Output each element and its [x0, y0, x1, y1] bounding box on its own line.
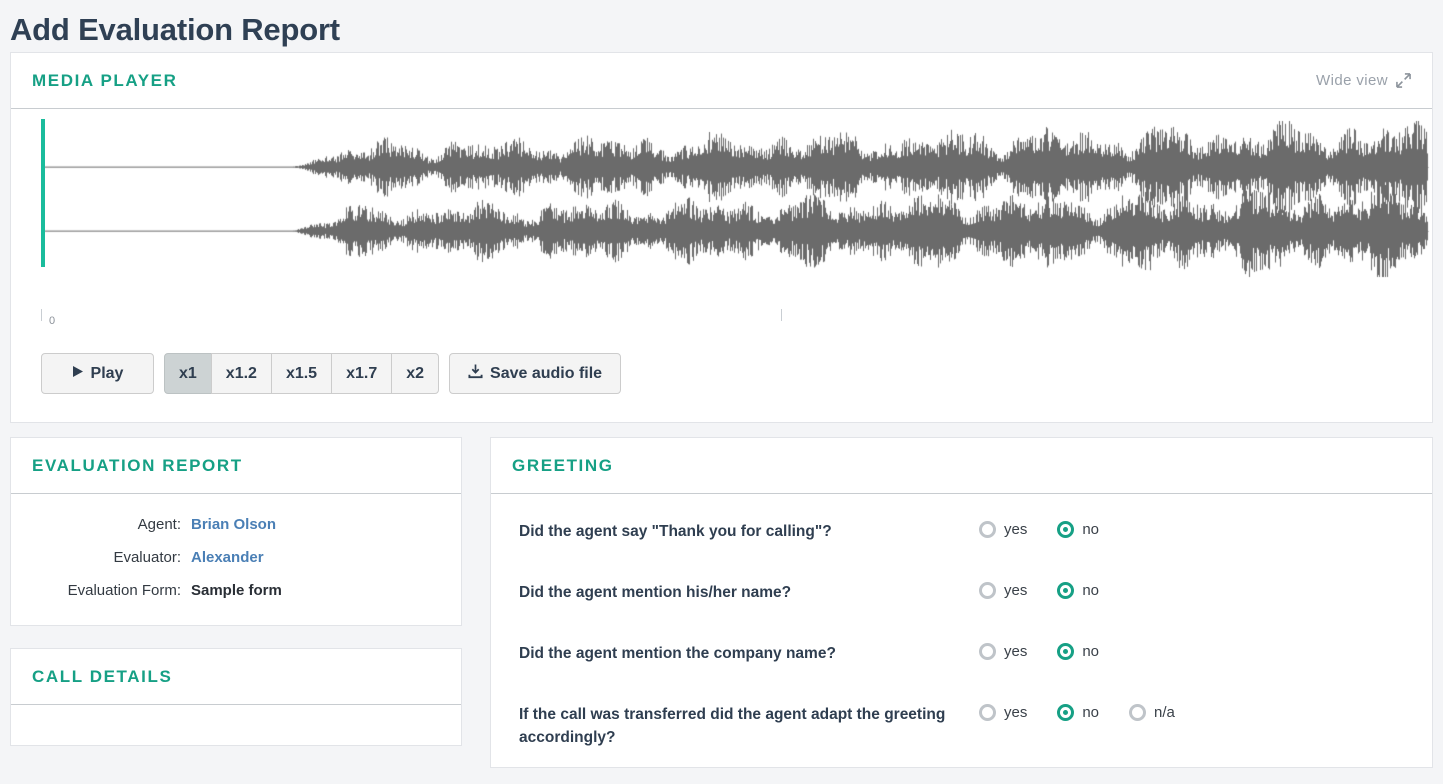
left-column: EVALUATION REPORT Agent: Brian Olson Eva…	[0, 437, 472, 746]
play-icon	[72, 365, 84, 383]
timeline-tick-start	[41, 309, 42, 321]
option-no[interactable]: no	[1057, 643, 1099, 660]
option-label: yes	[1004, 643, 1028, 660]
option-no[interactable]: no	[1057, 704, 1099, 721]
speed-button-x1.5[interactable]: x1.5	[270, 353, 333, 394]
playback-speed-group: x1 x1.2 x1.5 x1.7 x2	[164, 353, 440, 394]
option-label: yes	[1004, 521, 1028, 538]
radio-icon[interactable]	[979, 704, 996, 721]
save-audio-file-label: Save audio file	[490, 364, 603, 382]
radio-icon[interactable]	[1057, 643, 1075, 660]
greeting-panel: GREETING Did the agent say "Thank you fo…	[490, 437, 1433, 768]
question-options: yes no	[979, 581, 1129, 599]
speed-button-x1[interactable]: x1	[164, 353, 212, 394]
report-row-evaluation-form: Evaluation Form: Sample form	[11, 582, 461, 599]
option-label: no	[1082, 521, 1100, 538]
audio-waveform[interactable]	[41, 119, 1434, 289]
play-button-label: Play	[90, 364, 124, 382]
option-no[interactable]: no	[1057, 521, 1099, 538]
player-controls: Play x1 x1.2 x1.5 x1.7 x2 Save audio fil…	[11, 331, 1432, 422]
playhead-cursor[interactable]	[41, 119, 45, 267]
question-row: Did the agent say "Thank you for calling…	[491, 500, 1432, 561]
timeline-label-start: 0	[49, 315, 56, 327]
question-row: Did the agent mention his/her name? yes …	[491, 561, 1432, 622]
call-details-panel: CALL DETAILS	[10, 648, 462, 746]
option-no[interactable]: no	[1057, 582, 1099, 599]
report-value-evaluation-form: Sample form	[191, 582, 282, 599]
evaluation-report-body: Agent: Brian Olson Evaluator: Alexander …	[11, 494, 461, 625]
option-yes[interactable]: yes	[979, 643, 1027, 660]
greeting-questions: Did the agent say "Thank you for calling…	[491, 494, 1432, 767]
question-text: If the call was transferred did the agen…	[519, 706, 946, 746]
waveform-container[interactable]	[41, 119, 1434, 309]
media-player-title: MEDIA PLAYER	[32, 70, 178, 90]
question-options: yes no n/a	[979, 703, 1205, 721]
report-value-evaluator[interactable]: Alexander	[191, 549, 264, 566]
call-details-title: CALL DETAILS	[32, 666, 173, 686]
speed-button-x1.2[interactable]: x1.2	[210, 353, 272, 394]
media-player-header: MEDIA PLAYER Wide view	[11, 53, 1432, 109]
greeting-title: GREETING	[512, 455, 614, 475]
greeting-header: GREETING	[491, 438, 1432, 494]
report-row-evaluator: Evaluator: Alexander	[11, 549, 461, 566]
lower-section: EVALUATION REPORT Agent: Brian Olson Eva…	[0, 437, 1443, 768]
evaluation-report-header: EVALUATION REPORT	[11, 438, 461, 494]
wide-view-toggle[interactable]: Wide view	[1316, 72, 1411, 89]
wide-view-label: Wide view	[1316, 72, 1388, 89]
radio-icon[interactable]	[1129, 704, 1147, 721]
expand-arrows-icon	[1396, 73, 1411, 88]
speed-button-x1.7[interactable]: x1.7	[331, 353, 393, 394]
option-yes[interactable]: yes	[979, 704, 1027, 721]
report-label-evaluation-form: Evaluation Form:	[67, 582, 181, 599]
option-yes[interactable]: yes	[979, 582, 1027, 599]
call-details-header: CALL DETAILS	[11, 649, 461, 705]
question-options: yes no	[979, 642, 1129, 660]
media-player-body: 0 Play x1 x1.2 x1.5 x1.7 x2 Save audio f…	[11, 119, 1434, 422]
download-icon	[468, 363, 483, 384]
report-label-agent: Agent:	[137, 516, 181, 533]
option-yes[interactable]: yes	[979, 521, 1027, 538]
question-row: Did the agent mention the company name? …	[491, 622, 1432, 683]
question-text: Did the agent say "Thank you for calling…	[519, 523, 832, 540]
radio-icon[interactable]	[1057, 521, 1075, 538]
radio-icon[interactable]	[979, 643, 996, 660]
report-value-agent[interactable]: Brian Olson	[191, 516, 276, 533]
evaluation-report-panel: EVALUATION REPORT Agent: Brian Olson Eva…	[10, 437, 462, 626]
timeline-tick-mid	[781, 309, 782, 321]
option-label: no	[1082, 704, 1100, 721]
speed-button-x2[interactable]: x2	[391, 353, 440, 394]
option-label: no	[1082, 643, 1100, 660]
question-text: Did the agent mention the company name?	[519, 645, 836, 662]
report-label-evaluator: Evaluator:	[113, 549, 181, 566]
radio-icon[interactable]	[1057, 582, 1075, 599]
save-audio-file-button[interactable]: Save audio file	[449, 353, 622, 394]
waveform-timeline[interactable]: 0	[41, 309, 1412, 331]
play-button[interactable]: Play	[41, 353, 154, 394]
radio-icon[interactable]	[979, 582, 996, 599]
option-label: yes	[1004, 582, 1028, 599]
page-title: Add Evaluation Report	[10, 12, 340, 47]
evaluation-report-title: EVALUATION REPORT	[32, 455, 243, 475]
option-na[interactable]: n/a	[1129, 704, 1175, 721]
right-column: GREETING Did the agent say "Thank you fo…	[472, 437, 1443, 768]
question-options: yes no	[979, 520, 1129, 538]
media-player-panel: MEDIA PLAYER Wide view 0 Play x1 x1.2 x1…	[10, 52, 1434, 423]
radio-icon[interactable]	[1057, 704, 1075, 721]
report-row-agent: Agent: Brian Olson	[11, 516, 461, 533]
question-text: Did the agent mention his/her name?	[519, 584, 792, 601]
option-label: yes	[1004, 704, 1028, 721]
option-label: n/a	[1154, 704, 1175, 721]
radio-icon[interactable]	[979, 521, 996, 538]
call-details-body	[11, 705, 461, 745]
option-label: no	[1082, 582, 1100, 599]
question-row: If the call was transferred did the agen…	[491, 683, 1432, 767]
